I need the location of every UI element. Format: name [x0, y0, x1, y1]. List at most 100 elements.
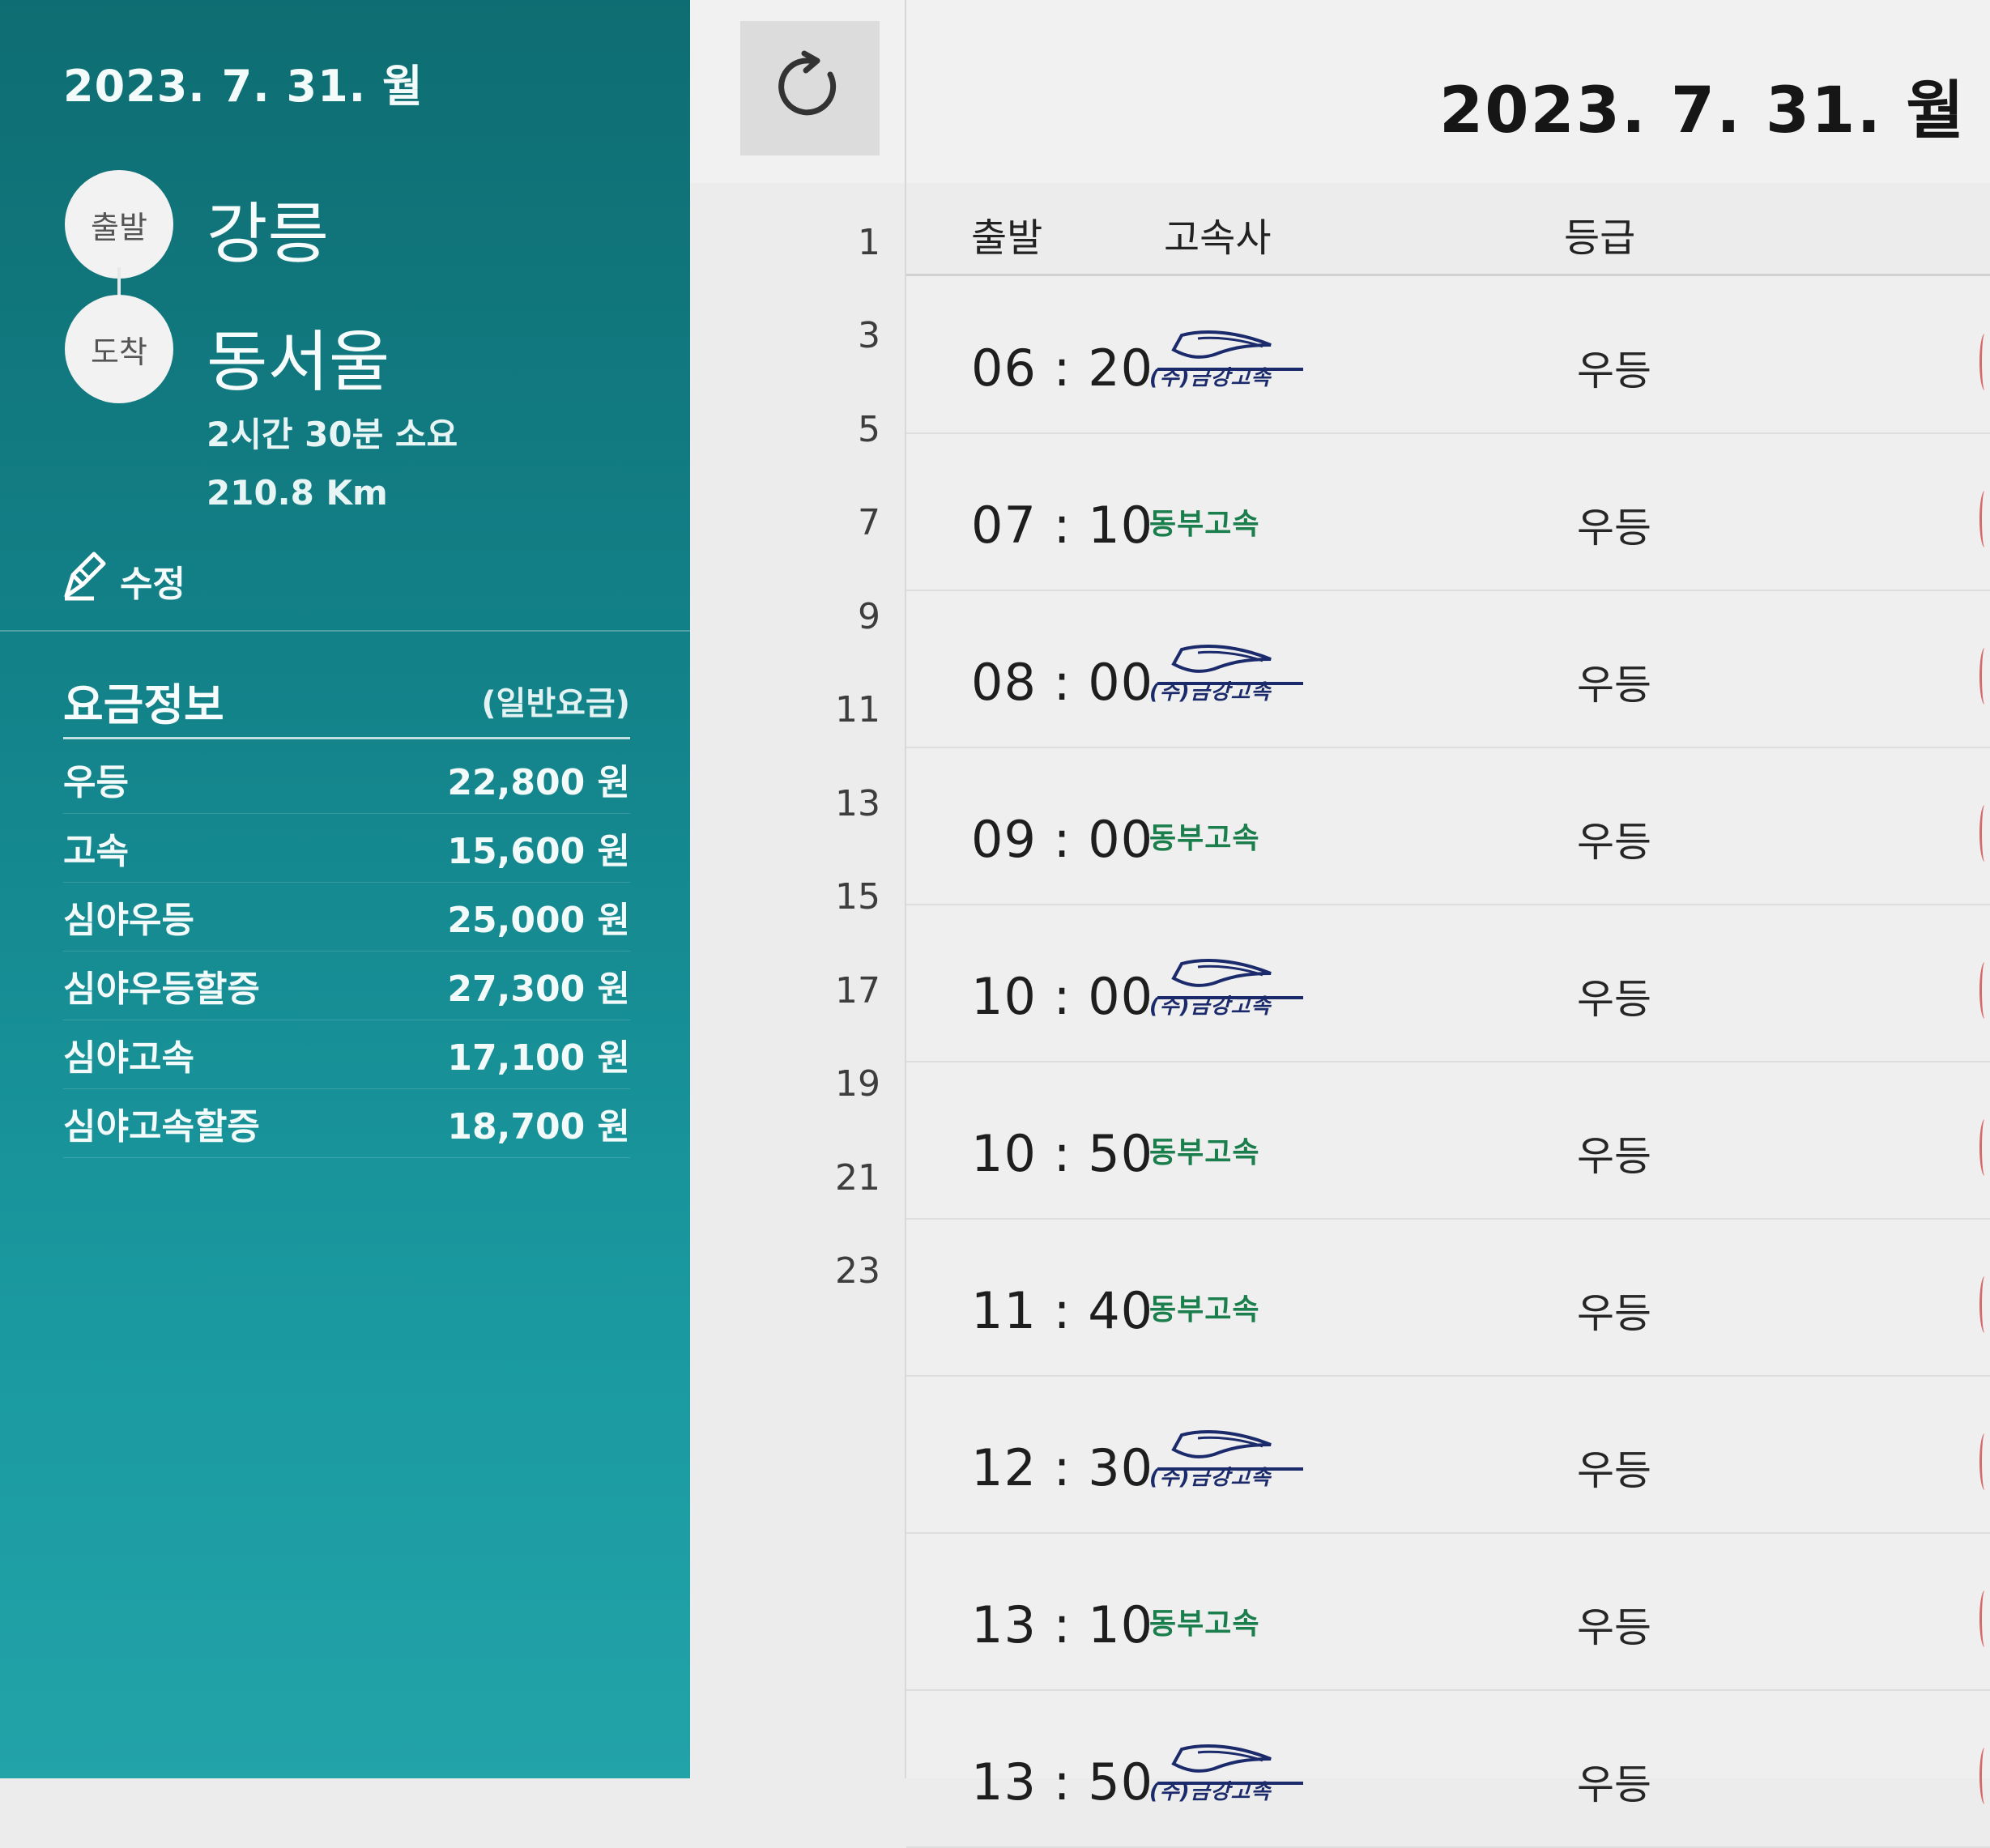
bus-grade: 우등 — [1577, 1761, 1651, 1808]
bus-grade: 우등 — [1577, 819, 1651, 866]
company-name: (주)금강고속 — [1149, 1780, 1272, 1804]
bus-grade: 우등 — [1577, 1133, 1651, 1180]
bus-company: (주)금강고속 — [1149, 956, 1327, 1020]
fare-label: 심야고속할증 — [63, 1106, 260, 1148]
fare-row: 심야고속 17,100 원 — [63, 1020, 630, 1089]
company-name: 동부고속 — [1149, 1607, 1260, 1641]
departure-time: 07 : 10 — [971, 496, 1154, 555]
refresh-button[interactable] — [740, 21, 880, 155]
company-name: (주)금강고속 — [1149, 1466, 1272, 1490]
side-number: 17 — [835, 970, 880, 1011]
timetable-row[interactable]: 08 : 00 (주)금강고속 우등 — [906, 591, 1990, 748]
departure-time: 10 : 50 — [971, 1124, 1154, 1183]
cropped-column-edge — [1979, 648, 1990, 705]
arrival-badge: 도착 — [65, 295, 173, 403]
timetable-toolbar: 2023. 7. 31. 월 — [690, 0, 1990, 185]
cropped-column-edge — [1979, 1590, 1990, 1647]
timetable-row[interactable]: 07 : 10 동부고속 우등 — [906, 434, 1990, 591]
bus-company: 동부고속 — [1149, 1270, 1327, 1335]
bus-company: (주)금강고속 — [1149, 327, 1327, 392]
fare-price: 27,300 원 — [447, 969, 630, 1010]
fare-row: 고속 15,600 원 — [63, 814, 630, 883]
timetable-row[interactable]: 10 : 50 동부고속 우등 — [906, 1062, 1990, 1220]
cropped-column-edge — [1979, 334, 1990, 390]
fare-info-subtitle: (일반요금) — [481, 685, 630, 722]
departure-time: 06 : 20 — [971, 339, 1154, 398]
side-number: 13 — [835, 783, 880, 824]
fare-row: 심야우등 25,000 원 — [63, 883, 630, 952]
bus-grade: 우등 — [1577, 505, 1651, 551]
fare-row: 우등 22,800 원 — [63, 745, 630, 814]
bus-company: 동부고속 — [1149, 484, 1327, 549]
fare-list: 우등 22,800 원 고속 15,600 원 심야우등 25,000 원 심야… — [63, 745, 630, 1158]
side-number: 11 — [835, 689, 880, 730]
pencil-icon — [62, 551, 109, 610]
departure-time: 08 : 00 — [971, 653, 1154, 712]
fare-row: 심야고속할증 18,700 원 — [63, 1089, 630, 1158]
timetable-row[interactable]: 11 : 40 동부고속 우등 — [906, 1220, 1990, 1377]
departure-badge: 출발 — [65, 170, 173, 279]
fare-label: 심야우등 — [63, 900, 194, 941]
route-info-panel: 2023. 7. 31. 월 출발 도착 강릉 동서울 2시간 30분 소요 2… — [0, 0, 690, 1778]
column-header-grade[interactable]: 등급 — [1564, 206, 1635, 262]
company-name: 동부고속 — [1149, 1293, 1260, 1326]
fare-label: 고속 — [63, 831, 129, 872]
column-header-company[interactable]: 고속사 — [1164, 206, 1271, 262]
fare-label: 심야우등할증 — [63, 969, 260, 1010]
column-header-departure[interactable]: 출발 — [971, 206, 1042, 262]
route-date: 2023. 7. 31. 월 — [63, 61, 424, 112]
bus-grade: 우등 — [1577, 1604, 1651, 1651]
departure-time: 13 : 50 — [971, 1752, 1154, 1812]
fare-label: 심야고속 — [63, 1037, 194, 1079]
fare-price: 17,100 원 — [447, 1037, 630, 1079]
side-number: 19 — [835, 1063, 880, 1105]
timetable-row[interactable]: 10 : 00 (주)금강고속 우등 — [906, 905, 1990, 1062]
cropped-column-edge — [1979, 962, 1990, 1019]
side-number: 9 — [858, 596, 880, 637]
departure-time: 09 : 00 — [971, 810, 1154, 869]
company-name: 동부고속 — [1149, 508, 1260, 541]
side-number: 21 — [835, 1157, 880, 1199]
bus-grade: 우등 — [1577, 662, 1651, 709]
cropped-column-edge — [1979, 491, 1990, 547]
cropped-column-edge — [1979, 805, 1990, 862]
bus-company: (주)금강고속 — [1149, 1741, 1327, 1806]
company-name: 동부고속 — [1149, 1136, 1260, 1169]
timetable-row[interactable]: 13 : 10 동부고속 우등 — [906, 1534, 1990, 1691]
fare-price: 15,600 원 — [447, 831, 630, 872]
panel-divider — [0, 630, 690, 632]
fare-price: 18,700 원 — [447, 1106, 630, 1148]
timetable-panel: 2023. 7. 31. 월 1 3 5 7 9 11 13 15 17 19 … — [690, 0, 1990, 1848]
edit-label: 수정 — [120, 563, 185, 605]
timetable-row[interactable]: 06 : 20 (주)금강고속 우등 — [906, 277, 1990, 434]
toolbar-separator — [905, 0, 906, 183]
fare-row: 심야우등할증 27,300 원 — [63, 952, 630, 1020]
departure-terminal: 강릉 — [207, 196, 329, 273]
side-number: 7 — [858, 502, 880, 543]
bus-grade: 우등 — [1577, 976, 1651, 1023]
side-number: 3 — [858, 315, 880, 356]
side-number: 15 — [835, 876, 880, 918]
fare-info-title: 요금정보 — [63, 679, 224, 730]
arrival-terminal: 동서울 — [207, 324, 390, 401]
departure-time: 12 : 30 — [971, 1438, 1154, 1497]
company-name: (주)금강고속 — [1149, 994, 1272, 1019]
timetable-row[interactable]: 12 : 30 (주)금강고속 우등 — [906, 1377, 1990, 1534]
fare-price: 22,800 원 — [447, 762, 630, 803]
side-number: 5 — [858, 409, 880, 450]
timetable-row[interactable]: 13 : 50 (주)금강고속 우등 — [906, 1691, 1990, 1848]
bus-company: 동부고속 — [1149, 1113, 1327, 1177]
cropped-column-edge — [1979, 1748, 1990, 1804]
side-number-column: 1 3 5 7 9 11 13 15 17 19 21 23 — [690, 183, 906, 1778]
cropped-column-edge — [1979, 1119, 1990, 1176]
departure-time: 10 : 00 — [971, 967, 1154, 1026]
bus-grade: 우등 — [1577, 1447, 1651, 1494]
timetable-row[interactable]: 09 : 00 동부고속 우등 — [906, 748, 1990, 905]
fare-info-header: 요금정보 (일반요금) — [63, 664, 630, 739]
bus-company: (주)금강고속 — [1149, 641, 1327, 706]
edit-route-button[interactable]: 수정 — [62, 551, 185, 610]
bus-grade: 우등 — [1577, 1290, 1651, 1337]
fare-label: 우등 — [63, 762, 129, 803]
bus-company: 동부고속 — [1149, 1584, 1327, 1649]
side-number: 23 — [835, 1250, 880, 1292]
